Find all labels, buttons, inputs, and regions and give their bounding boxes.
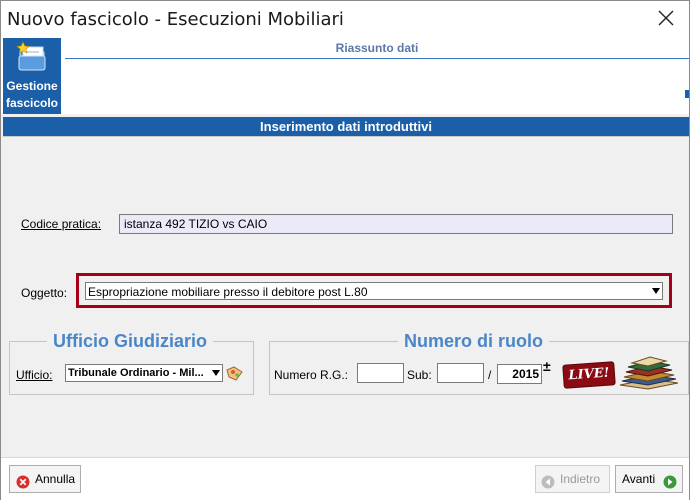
sub-label: Sub:	[407, 368, 432, 382]
oggetto-selected-value: Espropriazione mobiliare presso il debit…	[88, 285, 368, 299]
ufficio-giudiziario-title: Ufficio Giudiziario	[47, 331, 214, 352]
cancel-icon	[16, 472, 30, 498]
oggetto-label: Oggetto:	[21, 286, 68, 300]
divider	[3, 136, 689, 137]
avanti-button[interactable]: Avanti	[615, 465, 683, 493]
oggetto-select[interactable]: Espropriazione mobiliare presso il debit…	[85, 282, 663, 300]
folder-star-icon	[15, 41, 49, 76]
plus-minus-icon[interactable]: ±	[543, 359, 551, 373]
riassunto-dati-tab[interactable]: Riassunto dati	[65, 38, 689, 59]
indietro-button[interactable]: Indietro	[535, 465, 610, 493]
ufficio-select[interactable]: Tribunale Ordinario - Mil...	[65, 364, 223, 382]
window-title: Nuovo fascicolo - Esecuzioni Mobiliari	[7, 9, 344, 30]
numero-di-ruolo-title: Numero di ruolo	[398, 331, 549, 352]
gestione-fascicolo-button[interactable]: Gestione fascicolo	[3, 38, 61, 114]
ufficio-selected-value: Tribunale Ordinario - Mil...	[68, 367, 204, 379]
slash-separator: /	[488, 368, 492, 382]
dialog-window: Nuovo fascicolo - Esecuzioni Mobiliari G…	[0, 0, 690, 500]
ufficio-label: Ufficio:	[16, 368, 53, 382]
codice-pratica-input[interactable]: istanza 492 TIZIO vs CAIO	[119, 214, 673, 234]
gestione-label-line2: fascicolo	[5, 96, 59, 110]
live-button[interactable]: LIVE!	[562, 361, 616, 389]
codice-pratica-label: Codice pratica:	[21, 217, 102, 231]
gestione-label-line1: Gestione	[6, 79, 58, 93]
anno-input[interactable]: 2015	[497, 364, 542, 384]
footer-bar: Annulla Indietro Avanti	[1, 457, 689, 500]
annulla-label: Annulla	[35, 472, 76, 486]
search-office-icon[interactable]	[225, 364, 245, 387]
sub-input[interactable]	[437, 363, 484, 383]
edge-marker	[685, 90, 689, 98]
oggetto-highlight-frame: Espropriazione mobiliare presso il debit…	[76, 273, 672, 308]
books-icon[interactable]	[618, 355, 680, 394]
title-bar: Nuovo fascicolo - Esecuzioni Mobiliari	[1, 1, 689, 38]
annulla-button[interactable]: Annulla	[9, 465, 81, 493]
indietro-label: Indietro	[560, 472, 601, 486]
chevron-down-icon	[652, 288, 660, 294]
back-arrow-icon	[541, 472, 555, 498]
numero-rg-input[interactable]	[357, 363, 404, 383]
top-toolbar: Gestione fascicolo Riassunto dati	[1, 38, 689, 114]
chevron-down-icon	[212, 370, 220, 376]
avanti-label: Avanti	[622, 472, 656, 486]
close-icon[interactable]	[651, 5, 681, 33]
section-header: Inserimento dati introduttivi	[3, 117, 689, 136]
numero-rg-label: Numero R.G.:	[274, 368, 349, 382]
forward-arrow-icon	[663, 472, 677, 498]
